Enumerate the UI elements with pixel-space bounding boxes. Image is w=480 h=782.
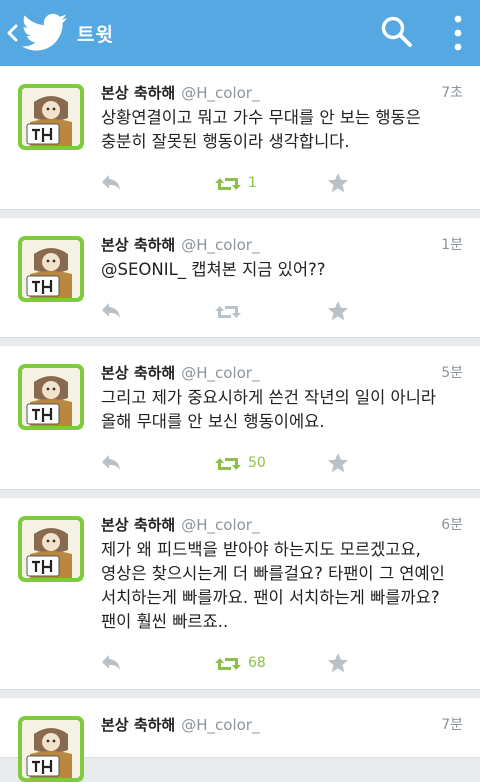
tweet-feed: 본상 축하해 @H_color_ 7초 상황연결이고 뭐고 가수 무대를 안 보는… [0, 66, 480, 782]
tweet-text-line: 서치하는게 빠를까요. 팬이 서치하는게 빠를까요? [101, 588, 440, 607]
tweet-time: 7초 [441, 85, 463, 101]
tweet-card[interactable]: 본상 축하해 @H_color_ 6분 제가 왜 피드백을 받아야 하는지도 모르… [0, 498, 480, 690]
author-handle[interactable]: @H_color_ [181, 716, 259, 734]
author-handle[interactable]: @H_color_ [181, 84, 259, 102]
tweet-actions [100, 300, 460, 326]
reply-icon[interactable] [100, 653, 122, 673]
tweet-time: 7분 [441, 717, 463, 733]
tweet-text: 제가 왜 피드백을 받아야 하는지도 모르겠고요, 영상은 찾으시는게 더 빠를걸… [101, 538, 461, 634]
avatar[interactable] [18, 364, 84, 430]
search-icon[interactable] [380, 15, 414, 49]
favorite-star-icon[interactable] [327, 300, 349, 322]
reply-icon[interactable] [100, 301, 122, 321]
avatar[interactable] [18, 516, 84, 582]
tweet-actions: 1 [100, 172, 460, 198]
tweet-text: @SEONIL_ 캡쳐본 지금 있어?? [101, 258, 461, 282]
tweet-time: 1분 [441, 237, 463, 253]
tweet-card[interactable]: 본상 축하해 @H_color_ 1분 @SEONIL_ 캡쳐본 지금 있어?? [0, 218, 480, 338]
tweet-author: 본상 축하해 @H_color_ [101, 514, 259, 535]
tweet-author: 본상 축하해 @H_color_ [101, 362, 259, 383]
more-vertical-icon[interactable] [448, 12, 468, 54]
reply-icon[interactable] [100, 173, 122, 193]
author-handle[interactable]: @H_color_ [181, 364, 259, 382]
tweet-author: 본상 축하해 @H_color_ [101, 714, 259, 735]
twitter-bird-icon[interactable] [22, 13, 68, 53]
avatar[interactable] [18, 716, 84, 782]
author-handle[interactable]: @H_color_ [181, 236, 259, 254]
retweet-count: 1 [248, 175, 257, 191]
tweet-author: 본상 축하해 @H_color_ [101, 82, 259, 103]
back-chevron-icon[interactable] [6, 24, 18, 42]
top-bar: 트윗 [0, 0, 480, 66]
tweet-card[interactable]: 본상 축하해 @H_color_ 7초 상황연결이고 뭐고 가수 무대를 안 보는… [0, 66, 480, 210]
tweet-actions: 68 [100, 652, 460, 678]
tweet-card[interactable]: 본상 축하해 @H_color_ 7분 [0, 698, 480, 782]
retweet-count: 50 [248, 455, 266, 471]
retweet-icon[interactable] [214, 454, 242, 474]
favorite-star-icon[interactable] [327, 172, 349, 194]
tweet-author: 본상 축하해 @H_color_ [101, 234, 259, 255]
tweet-card[interactable]: 본상 축하해 @H_color_ 5분 그리고 제가 중요시하게 쓴건 작년의 일… [0, 346, 480, 490]
retweet-count: 68 [248, 655, 266, 671]
tweet-text: 상황연결이고 뭐고 가수 무대를 안 보는 행동은충분히 잘못된 행동이라 생각… [101, 106, 461, 154]
author-name[interactable]: 본상 축하해 [101, 716, 175, 734]
page-title: 트윗 [77, 24, 114, 46]
favorite-star-icon[interactable] [327, 652, 349, 674]
author-handle[interactable]: @H_color_ [181, 516, 259, 534]
tweet-text-line: 영상은 찾으시는게 더 빠를걸요? 타팬이 그 연예인 [101, 564, 445, 583]
author-name[interactable]: 본상 축하해 [101, 516, 175, 534]
tweet-text-line: 올해 무대를 안 보신 행동이에요. [101, 412, 325, 431]
author-name[interactable]: 본상 축하해 [101, 84, 175, 102]
tweet-text-line: 상황연결이고 뭐고 가수 무대를 안 보는 행동은 [101, 108, 421, 127]
tweet-time: 5분 [441, 365, 463, 381]
avatar[interactable] [18, 236, 84, 302]
retweet-icon[interactable] [214, 174, 242, 194]
favorite-star-icon[interactable] [327, 452, 349, 474]
reply-icon[interactable] [100, 453, 122, 473]
author-name[interactable]: 본상 축하해 [101, 236, 175, 254]
tweet-text-line: 충분히 잘못된 행동이라 생각합니다. [101, 132, 350, 151]
retweet-icon[interactable] [214, 654, 242, 674]
tweet-time: 6분 [441, 517, 463, 533]
retweet-icon[interactable] [214, 302, 242, 322]
tweet-text: 그리고 제가 중요시하게 쓴건 작년의 일이 아니라올해 무대를 안 보신 행동… [101, 386, 461, 434]
author-name[interactable]: 본상 축하해 [101, 364, 175, 382]
tweet-actions: 50 [100, 452, 460, 478]
avatar[interactable] [18, 84, 84, 150]
tweet-text-line: 그리고 제가 중요시하게 쓴건 작년의 일이 아니라 [101, 388, 437, 407]
tweet-text-line: @SEONIL_ 캡쳐본 지금 있어?? [101, 260, 326, 279]
tweet-text-line: 제가 왜 피드백을 받아야 하는지도 모르겠고요, [101, 540, 421, 559]
tweet-text-line: 팬이 훨씬 빠르죠.. [101, 612, 229, 631]
